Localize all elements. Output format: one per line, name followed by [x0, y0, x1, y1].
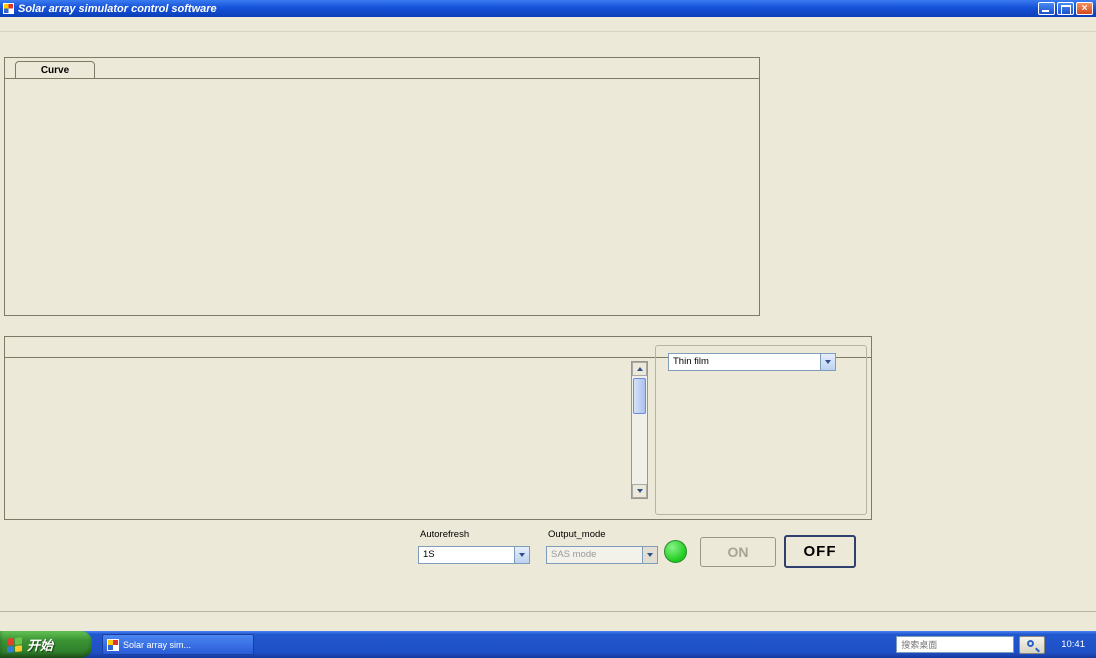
start-label: 开始: [27, 639, 54, 654]
desktop-search-input[interactable]: [896, 636, 1015, 653]
autorefresh-select[interactable]: 1S: [418, 546, 530, 564]
app-icon: [107, 638, 119, 651]
tab-curve[interactable]: Curve: [15, 61, 95, 79]
close-button[interactable]: ×: [1076, 2, 1093, 15]
chevron-down-icon[interactable]: [514, 547, 529, 563]
pv-type-select[interactable]: Thin film: [668, 353, 836, 371]
divider: [5, 78, 759, 79]
windows-logo-icon: [7, 636, 22, 653]
pv-type-value: Thin film: [673, 356, 709, 367]
maximize-button[interactable]: [1057, 2, 1074, 15]
autorefresh-label: Autorefresh: [420, 529, 470, 540]
autorefresh-value: 1S: [423, 549, 435, 560]
app-icon: [3, 3, 14, 14]
taskbar-item-label: Solar array sim...: [123, 639, 192, 650]
on-button[interactable]: ON: [700, 537, 776, 567]
chevron-down-icon: [642, 547, 657, 563]
simulation-params-group: Thin film: [655, 345, 867, 515]
output-status-indicator: [664, 540, 687, 563]
chevron-down-icon[interactable]: [820, 354, 835, 370]
output-mode-label: Output_mode: [548, 529, 606, 540]
status-bar: [0, 611, 1096, 631]
scrollbar-thumb[interactable]: [633, 378, 646, 414]
output-mode-select: SAS mode: [546, 546, 658, 564]
curve-panel: Curve: [4, 57, 760, 316]
taskbar-item-solar-array[interactable]: Solar array sim...: [102, 634, 254, 655]
search-icon[interactable]: [1019, 635, 1046, 654]
minimize-button[interactable]: [1038, 2, 1055, 15]
off-button[interactable]: OFF: [784, 535, 856, 568]
taskbar: 开始 Solar array sim... 10:41: [0, 631, 1096, 658]
table-scrollbar[interactable]: [631, 361, 648, 499]
window-titlebar: Solar array simulator control software ×: [0, 0, 1096, 17]
start-button[interactable]: 开始: [0, 631, 92, 658]
window-title: Solar array simulator control software: [18, 2, 217, 15]
menu-bar: [0, 17, 1096, 32]
taskbar-clock: 10:41: [1061, 639, 1085, 650]
desktop: Solar array simulator control software ×…: [0, 0, 1096, 658]
ramp-table-wrap: [9, 361, 653, 507]
output-mode-value: SAS mode: [551, 549, 597, 560]
scroll-up-icon[interactable]: [632, 362, 647, 376]
scroll-down-icon[interactable]: [632, 484, 647, 498]
en50530-section: Thin film: [4, 336, 872, 520]
